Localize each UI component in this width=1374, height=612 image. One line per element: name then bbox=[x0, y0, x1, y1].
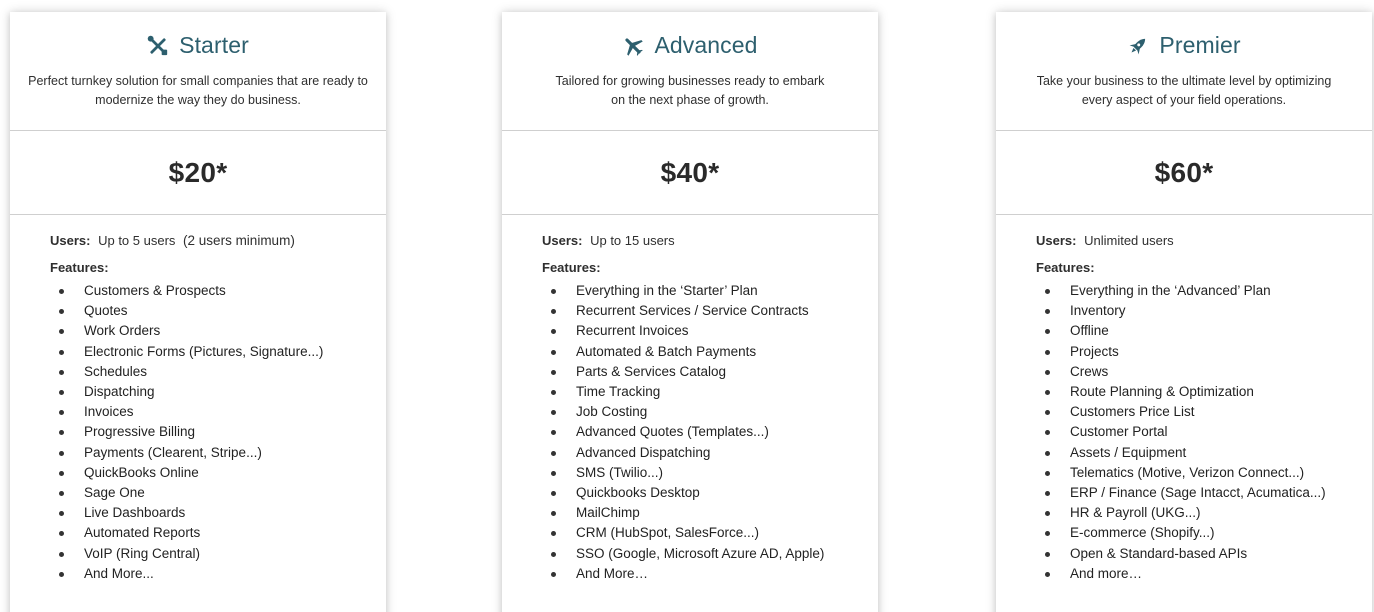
feature-item: SMS (Twilio...) bbox=[542, 463, 878, 483]
feature-list: Everything in the ‘Starter’ Plan Recurren… bbox=[542, 281, 878, 584]
plan-description: Tailored for growing businesses ready to… bbox=[555, 74, 825, 107]
plan-body: Users: Up to 5 users (2 users minimum) F… bbox=[10, 215, 386, 584]
features-label: Features: bbox=[1036, 260, 1095, 275]
feature-item: Inventory bbox=[1036, 301, 1372, 321]
plan-price: $20* bbox=[168, 156, 228, 188]
users-line: Users: Up to 15 users bbox=[542, 233, 878, 248]
users-label: Users: bbox=[542, 233, 583, 248]
feature-list: Everything in the ‘Advanced’ Plan Invento… bbox=[1036, 281, 1372, 584]
users-value: Unlimited users bbox=[1084, 233, 1174, 248]
feature-item: Job Costing bbox=[542, 402, 878, 422]
plan-header: Premier Take your business to the ultima… bbox=[996, 12, 1372, 131]
feature-item: Telematics (Motive, Verizon Connect...) bbox=[1036, 463, 1372, 483]
users-label: Users: bbox=[50, 233, 91, 248]
feature-item: Assets / Equipment bbox=[1036, 443, 1372, 463]
feature-item: Sage One bbox=[50, 483, 386, 503]
plan-title: Premier bbox=[1159, 32, 1241, 58]
features-label: Features: bbox=[542, 260, 601, 275]
feature-item: Progressive Billing bbox=[50, 422, 386, 442]
plan-title-row: Starter bbox=[10, 32, 386, 59]
feature-item: Recurrent Services / Service Contracts bbox=[542, 301, 878, 321]
users-value: Up to 5 users bbox=[98, 233, 176, 248]
feature-item: Automated Reports bbox=[50, 523, 386, 543]
airplane-icon bbox=[622, 35, 644, 57]
feature-item: Invoices bbox=[50, 402, 386, 422]
plan-card-starter: Starter Perfect turnkey solution for sma… bbox=[10, 12, 386, 612]
feature-item: Route Planning & Optimization bbox=[1036, 382, 1372, 402]
plan-price: $60* bbox=[1154, 156, 1214, 188]
feature-item: Live Dashboards bbox=[50, 503, 386, 523]
feature-item: QuickBooks Online bbox=[50, 463, 386, 483]
feature-item: And More... bbox=[50, 564, 386, 584]
users-line: Users: Up to 5 users (2 users minimum) bbox=[50, 233, 386, 248]
feature-item: Everything in the ‘Advanced’ Plan bbox=[1036, 281, 1372, 301]
feature-item: Payments (Clearent, Stripe...) bbox=[50, 443, 386, 463]
feature-item: Time Tracking bbox=[542, 382, 878, 402]
feature-item: VoIP (Ring Central) bbox=[50, 544, 386, 564]
feature-item: And more… bbox=[1036, 564, 1372, 584]
features-label: Features: bbox=[50, 260, 109, 275]
pricing-plans: Starter Perfect turnkey solution for sma… bbox=[0, 0, 1374, 612]
rocket-icon bbox=[1127, 35, 1149, 57]
plan-card-advanced: Advanced Tailored for growing businesses… bbox=[502, 12, 878, 612]
feature-item: Schedules bbox=[50, 362, 386, 382]
feature-item: E-commerce (Shopify...) bbox=[1036, 523, 1372, 543]
plan-title: Advanced bbox=[654, 32, 758, 58]
feature-list: Customers & Prospects Quotes Work Orders El… bbox=[50, 281, 386, 584]
feature-item: MailChimp bbox=[542, 503, 878, 523]
plan-description: Perfect turnkey solution for small compa… bbox=[28, 74, 368, 107]
feature-item: SSO (Google, Microsoft Azure AD, Apple) bbox=[542, 544, 878, 564]
feature-item: Advanced Dispatching bbox=[542, 443, 878, 463]
feature-item: Recurrent Invoices bbox=[542, 321, 878, 341]
feature-item: HR & Payroll (UKG...) bbox=[1036, 503, 1372, 523]
plan-body: Users: Up to 15 users Features: Everythi… bbox=[502, 215, 878, 584]
feature-item: Quotes bbox=[50, 301, 386, 321]
plan-title: Starter bbox=[179, 32, 249, 58]
users-label: Users: bbox=[1036, 233, 1077, 248]
feature-item: CRM (HubSpot, SalesForce...) bbox=[542, 523, 878, 543]
feature-item: Customers Price List bbox=[1036, 402, 1372, 422]
feature-item: Crews bbox=[1036, 362, 1372, 382]
plan-header: Starter Perfect turnkey solution for sma… bbox=[10, 12, 386, 131]
feature-item: Customer Portal bbox=[1036, 422, 1372, 442]
plan-header: Advanced Tailored for growing businesses… bbox=[502, 12, 878, 131]
feature-item: Dispatching bbox=[50, 382, 386, 402]
price-box: $20* bbox=[10, 131, 386, 215]
plan-title-row: Premier bbox=[996, 32, 1372, 59]
feature-item: ERP / Finance (Sage Intacct, Acumatica..… bbox=[1036, 483, 1372, 503]
feature-item: Parts & Services Catalog bbox=[542, 362, 878, 382]
feature-item: Customers & Prospects bbox=[50, 281, 386, 301]
feature-item: Projects bbox=[1036, 342, 1372, 362]
plan-card-premier: Premier Take your business to the ultima… bbox=[996, 12, 1372, 612]
plan-title-row: Advanced bbox=[502, 32, 878, 59]
users-value: Up to 15 users bbox=[590, 233, 675, 248]
plan-description: Take your business to the ultimate level… bbox=[1036, 74, 1332, 107]
feature-item: Work Orders bbox=[50, 321, 386, 341]
feature-item: Advanced Quotes (Templates...) bbox=[542, 422, 878, 442]
price-box: $60* bbox=[996, 131, 1372, 215]
plan-price: $40* bbox=[660, 156, 720, 188]
price-box: $40* bbox=[502, 131, 878, 215]
tools-icon bbox=[147, 35, 169, 57]
feature-item: And More… bbox=[542, 564, 878, 584]
feature-item: Quickbooks Desktop bbox=[542, 483, 878, 503]
users-line: Users: Unlimited users bbox=[1036, 233, 1372, 248]
feature-item: Offline bbox=[1036, 321, 1372, 341]
plan-body: Users: Unlimited users Features: Everyth… bbox=[996, 215, 1372, 584]
feature-item: Everything in the ‘Starter’ Plan bbox=[542, 281, 878, 301]
feature-item: Electronic Forms (Pictures, Signature...… bbox=[50, 342, 386, 362]
feature-item: Open & Standard-based APIs bbox=[1036, 544, 1372, 564]
feature-item: Automated & Batch Payments bbox=[542, 342, 878, 362]
users-extra: (2 users minimum) bbox=[183, 233, 295, 248]
